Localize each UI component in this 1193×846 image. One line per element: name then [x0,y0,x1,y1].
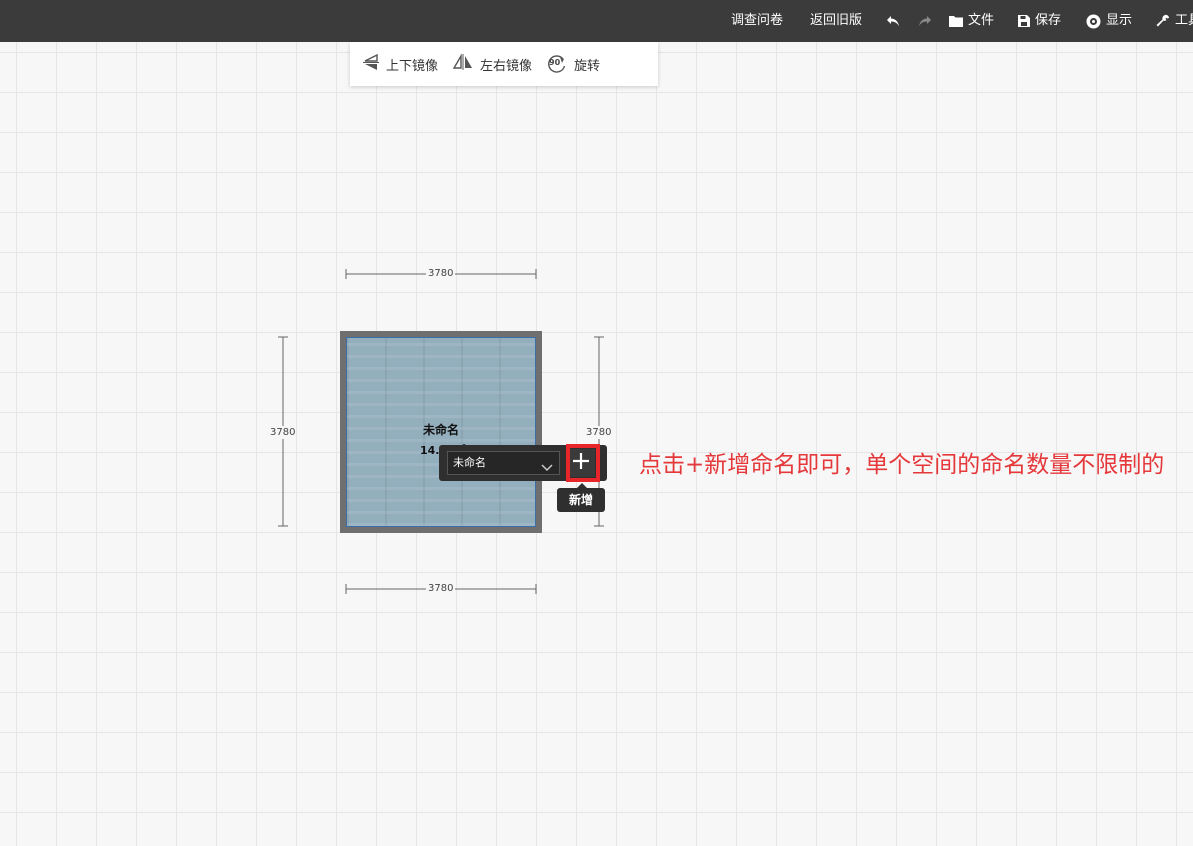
flip-vertical-label: 上下镜像 [386,58,439,74]
eye-icon [1086,14,1101,29]
save-label: 保存 [1035,13,1062,28]
wrench-icon [1156,14,1170,28]
save-icon [1018,15,1030,27]
room-name-select[interactable]: 未命名 [447,451,560,475]
annotation-text: 点击+新增命名即可，单个空间的命名数量不限制的 [639,452,1165,478]
tools-label: 工具 [1175,13,1193,28]
dimension-right-label: 3780 [586,426,612,439]
room-name-label: 未命名 [422,423,459,437]
chevron-down-icon [541,458,553,480]
rotate-badge: 90 [549,58,561,67]
room-name-select-value: 未命名 [453,456,486,469]
tools-menu[interactable]: 工具 [1156,0,1193,42]
redo-button[interactable] [918,0,932,42]
dimension-bottom-label: 3780 [426,583,456,594]
survey-label: 调查问卷 [731,13,784,28]
undo-icon [886,15,900,27]
room-shape[interactable]: 未命名 14.29㎡ [340,331,542,533]
back-old-label: 返回旧版 [810,13,863,28]
redo-icon [918,15,932,27]
file-menu[interactable]: 文件 [949,0,994,42]
add-tooltip: 新增 [557,483,605,512]
highlight-box [566,444,600,482]
flip-horizontal-label: 左右镜像 [480,58,533,74]
folder-icon [949,15,963,27]
flip-horizontal-icon [452,53,474,75]
dimension-left-label: 3780 [270,426,296,439]
top-menu-bar: 调查问卷 返回旧版 文件 保存 显示 工具 [0,0,1193,42]
rotate-90-icon: 90 [546,54,568,74]
display-menu[interactable]: 显示 [1086,0,1132,42]
save-button[interactable]: 保存 [1018,0,1061,42]
dimension-lines [278,269,604,594]
survey-button[interactable]: 调查问卷 [731,0,783,42]
file-label: 文件 [968,13,995,28]
flip-horizontal-button[interactable]: 左右镜像 [452,53,532,75]
flip-vertical-button[interactable]: 上下镜像 [362,53,438,75]
flip-vertical-icon [362,53,380,75]
back-to-old-version-button[interactable]: 返回旧版 [810,0,862,42]
transform-toolbar: 上下镜像 左右镜像 90 旋转 [350,42,658,86]
display-label: 显示 [1106,13,1133,28]
undo-button[interactable] [886,0,900,42]
rotate-button[interactable]: 90 旋转 [546,54,600,74]
rotate-label: 旋转 [574,58,601,74]
dimension-top-label: 3780 [426,268,456,279]
